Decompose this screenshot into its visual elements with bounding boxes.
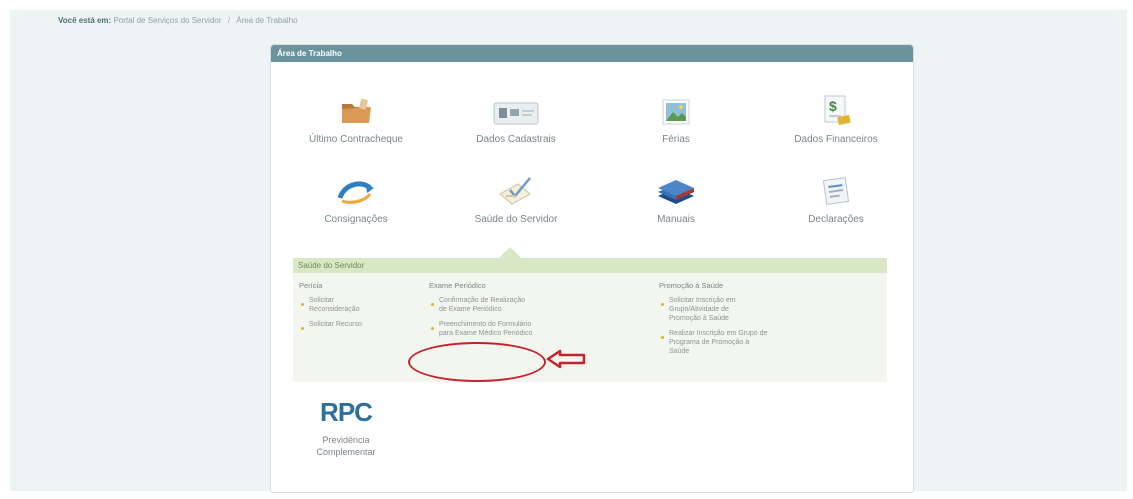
submenu-column-pericia: Perícia Solicitar Reconsideração Solicit… <box>299 281 409 335</box>
work-area-panel: Área de Trabalho Último Contracheque Dad… <box>270 44 914 493</box>
document-icon <box>761 170 911 206</box>
tile-label: Último Contracheque <box>309 134 403 145</box>
submenu-column-promocao-saude: Promoção à Saúde Solicitar Inscrição em … <box>659 281 789 362</box>
bullet-icon <box>431 327 434 330</box>
column-title: Perícia <box>299 281 323 290</box>
tile-ultimo-contracheque[interactable]: Último Contracheque <box>281 90 431 146</box>
id-card-icon <box>441 90 591 126</box>
link-confirmacao-exame[interactable]: Confirmação de Realização de Exame Perió… <box>429 296 531 314</box>
svg-text:$: $ <box>829 98 837 114</box>
money-document-icon: $ <box>761 90 911 126</box>
breadcrumb: Você está em: Portal de Serviços do Serv… <box>58 16 298 25</box>
submenu-saude-do-servidor: Saúde do Servidor Perícia Solicitar Reco… <box>293 258 887 382</box>
landscape-icon <box>601 90 751 126</box>
submenu-column-exame-periodico: Exame Periódico Confirmação de Realizaçã… <box>429 281 549 344</box>
link-label: Confirmação de Realização de Exame Perió… <box>439 297 525 313</box>
tile-label: Manuais <box>657 214 695 225</box>
link-realizar-inscricao[interactable]: Realizar Inscrição em Grupo de Programa … <box>659 329 769 356</box>
folder-icon <box>281 90 431 126</box>
tile-label: Dados Cadastrais <box>476 134 556 145</box>
books-icon <box>601 170 751 206</box>
column-title: Promoção à Saúde <box>659 281 724 290</box>
tile-declaracoes[interactable]: Declarações <box>761 170 911 226</box>
panel-title: Área de Trabalho <box>271 45 913 62</box>
bullet-icon <box>661 303 664 306</box>
tile-label: Dados Financeiros <box>794 134 878 145</box>
bullet-icon <box>301 327 304 330</box>
tile-previdencia-complementar[interactable]: RPC Previdência Complementar <box>271 397 421 458</box>
link-label: Realizar Inscrição em Grupo de Programa … <box>669 330 768 355</box>
tile-ferias[interactable]: Férias <box>601 90 751 146</box>
link-solicitar-reconsideracao[interactable]: Solicitar Reconsideração <box>299 296 371 314</box>
bullet-icon <box>431 303 434 306</box>
highlight-ellipse <box>408 342 546 382</box>
breadcrumb-lead: Você está em: <box>58 16 112 25</box>
link-solicitar-inscricao[interactable]: Solicitar Inscrição em Grupo/Atividade d… <box>659 296 761 323</box>
link-label: Solicitar Recurso <box>309 321 362 328</box>
link-label: Solicitar Inscrição em Grupo/Atividade d… <box>669 297 736 322</box>
bullet-icon <box>301 303 304 306</box>
bullet-icon <box>661 336 664 339</box>
tile-label: Saúde do Servidor <box>474 214 558 225</box>
arrow-cycle-icon <box>281 170 431 206</box>
link-solicitar-recurso[interactable]: Solicitar Recurso <box>299 320 371 330</box>
breadcrumb-item-portal[interactable]: Portal de Serviços do Servidor <box>113 16 221 25</box>
pointer-arrow-icon <box>546 349 586 369</box>
link-preenchimento-formulario[interactable]: Preenchimento do Formulário para Exame M… <box>429 320 539 338</box>
tile-consignacoes[interactable]: Consignações <box>281 170 431 226</box>
checklist-icon <box>441 170 591 206</box>
tile-saude-do-servidor[interactable]: Saúde do Servidor <box>441 170 591 226</box>
breadcrumb-separator: / <box>227 16 230 25</box>
submenu-title: Saúde do Servidor <box>293 258 887 273</box>
tile-dados-financeiros[interactable]: $ Dados Financeiros <box>761 90 911 146</box>
tile-label: Previdência Complementar <box>316 435 376 457</box>
link-label: Preenchimento do Formulário para Exame M… <box>439 321 533 337</box>
tile-label: Férias <box>662 134 690 145</box>
rpc-logo: RPC <box>320 397 373 427</box>
tile-label: Declarações <box>808 214 864 225</box>
submenu-pointer <box>499 247 521 258</box>
link-label: Solicitar Reconsideração <box>309 297 360 313</box>
breadcrumb-item-area: Área de Trabalho <box>236 16 298 25</box>
tile-manuais[interactable]: Manuais <box>601 170 751 226</box>
column-title: Exame Periódico <box>429 281 486 290</box>
tile-label: Consignações <box>324 214 388 225</box>
tile-dados-cadastrais[interactable]: Dados Cadastrais <box>441 90 591 146</box>
